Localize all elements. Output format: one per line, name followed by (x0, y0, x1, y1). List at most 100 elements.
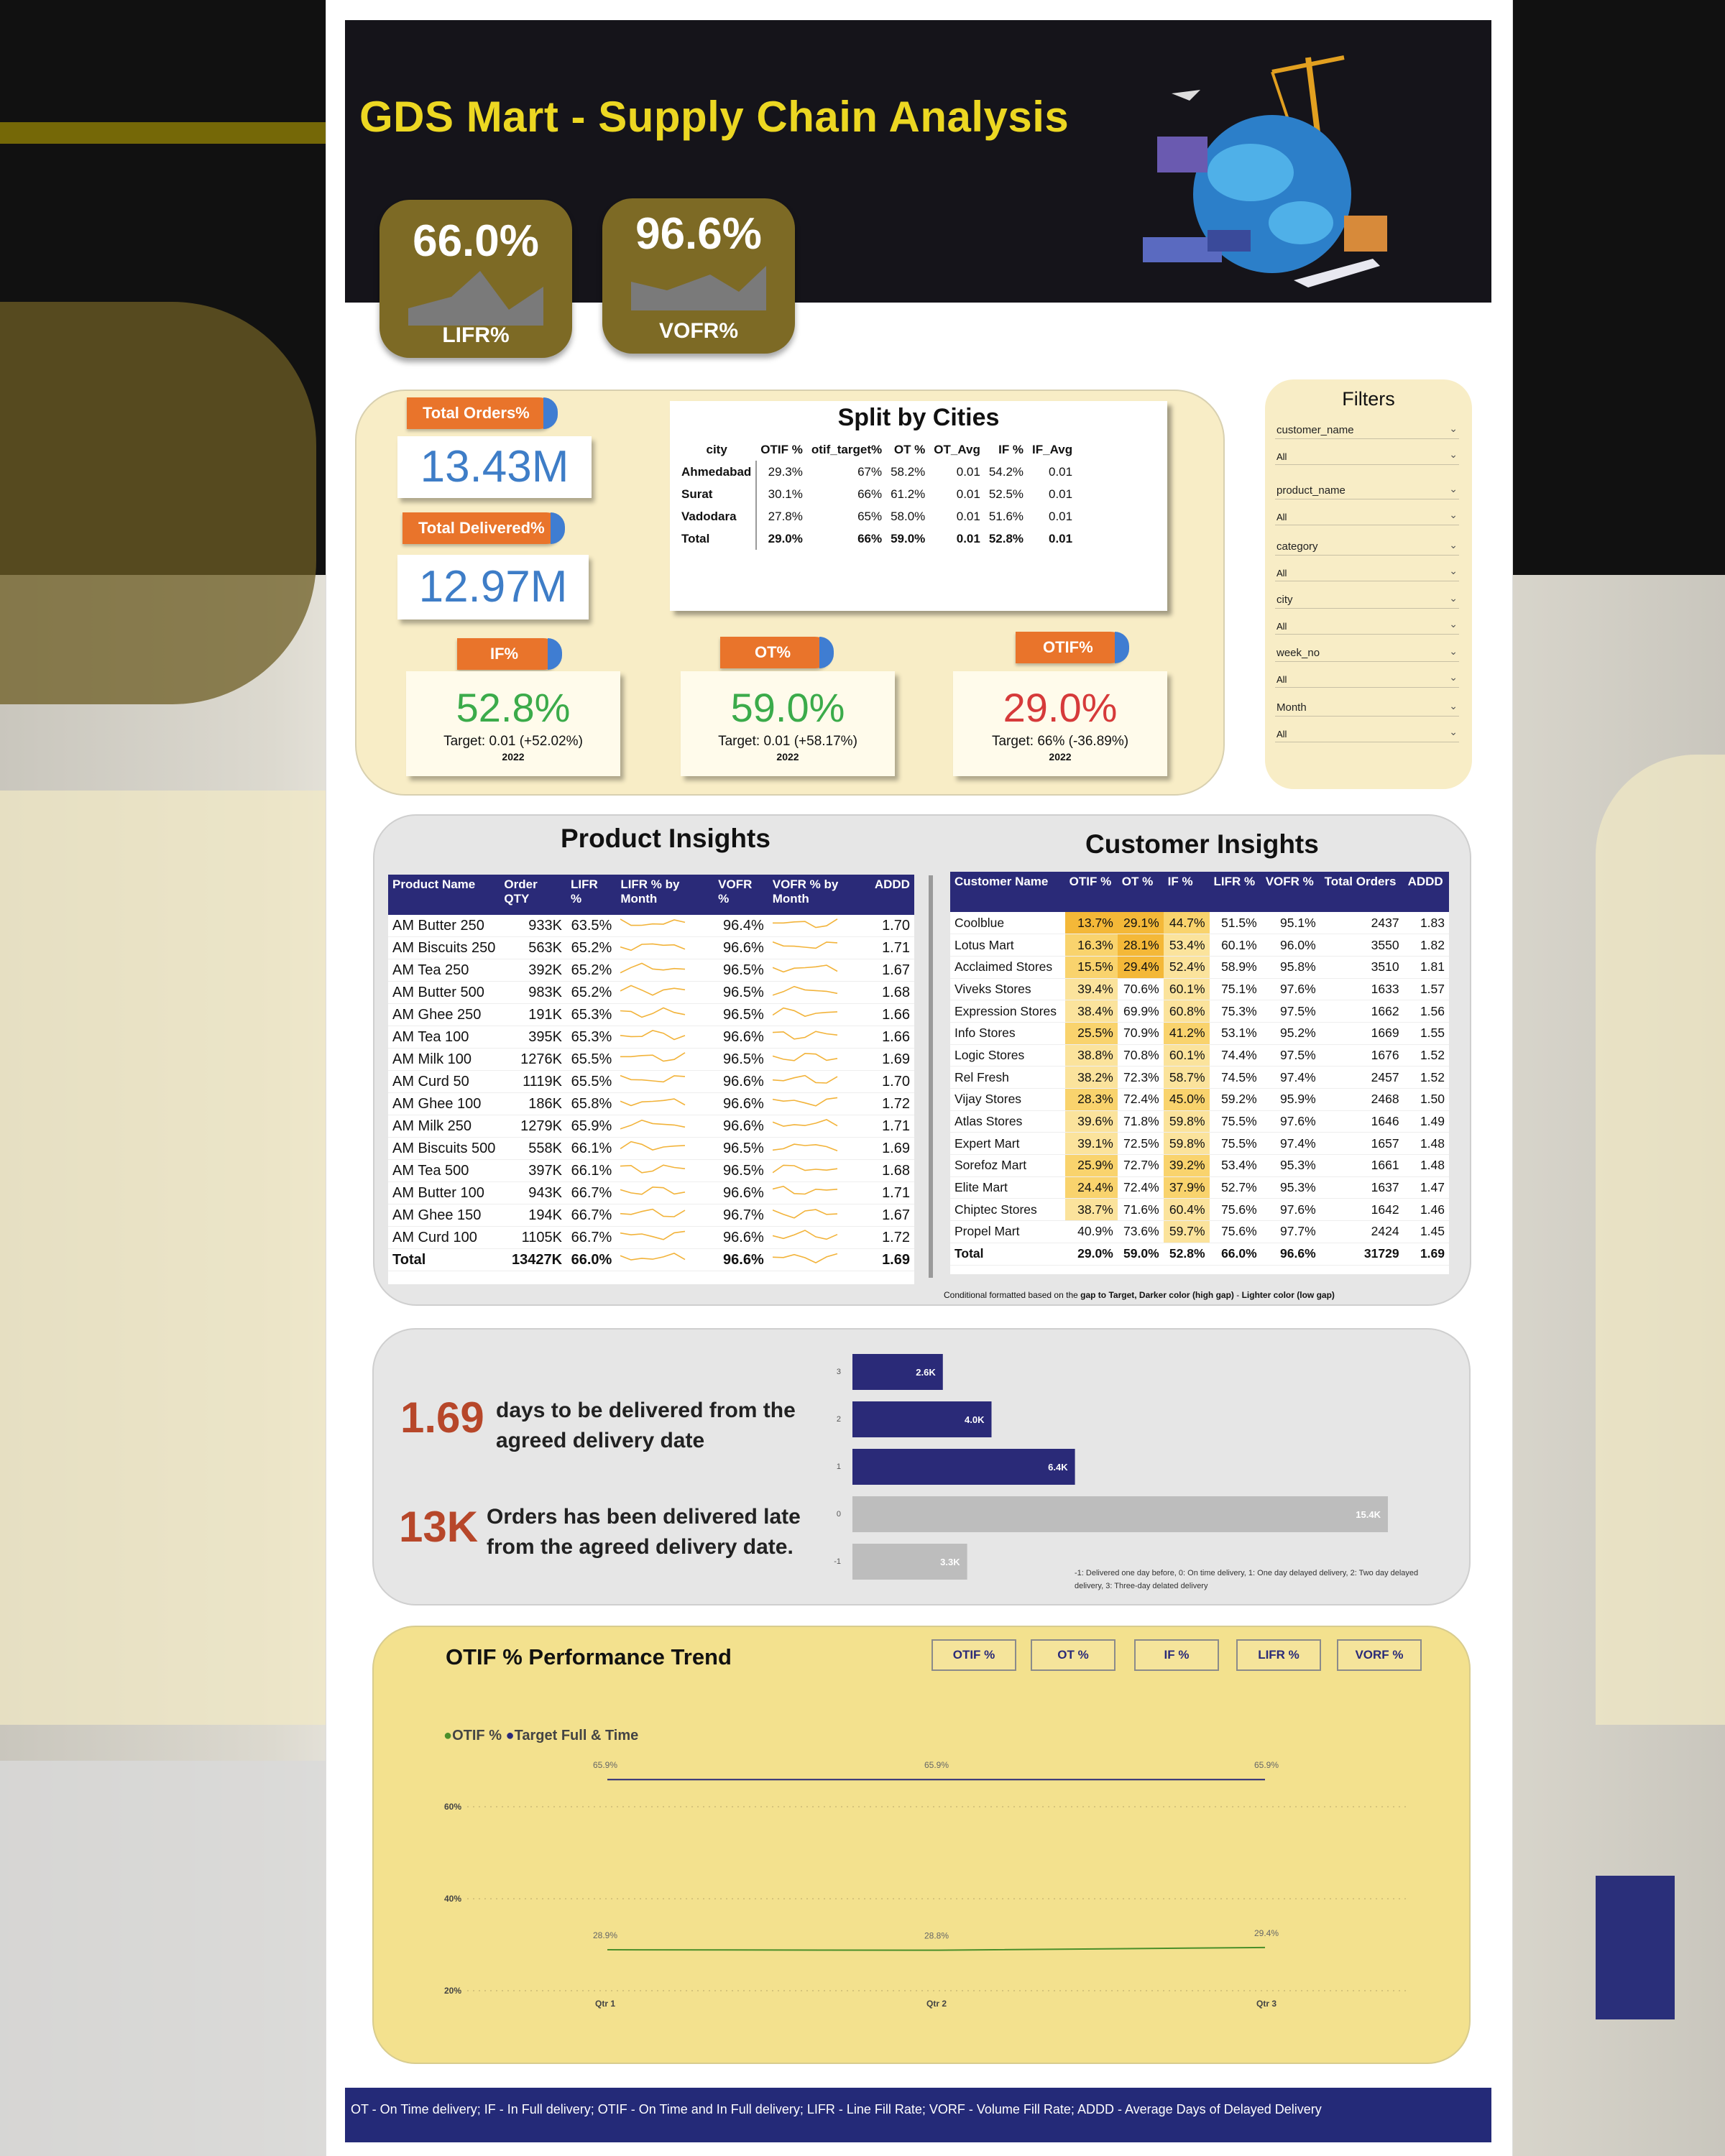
chevron-down-icon[interactable]: ⌄ (1449, 671, 1458, 683)
chevron-down-icon[interactable]: ⌄ (1449, 700, 1458, 712)
table-row[interactable]: Expression Stores 38.4% 69.9% 60.8% 75.3… (950, 1000, 1449, 1023)
table-row[interactable]: Elite Mart 24.4% 72.4% 37.9% 52.7% 95.3%… (950, 1176, 1449, 1199)
table-row[interactable]: AM Tea 100 395K 65.3% 96.6% 1.66 (388, 1026, 914, 1049)
table-row[interactable]: AM Biscuits 250 563K 65.2% 96.6% 1.71 (388, 937, 914, 959)
customer-header-cell[interactable]: LIFR % (1209, 872, 1261, 912)
if-pct: 58.7% (1163, 1066, 1210, 1089)
trend-ot-button[interactable]: OT % (1031, 1639, 1116, 1671)
filter-Month-select[interactable]: All (1276, 729, 1287, 740)
table-row[interactable]: AM Milk 100 1276K 65.5% 96.5% 1.69 (388, 1049, 914, 1071)
table-row[interactable]: Vijay Stores 28.3% 72.4% 45.0% 59.2% 95.… (950, 1088, 1449, 1111)
customer-header-cell[interactable]: VOFR % (1261, 872, 1320, 912)
table-row[interactable]: Lotus Mart 16.3% 28.1% 53.4% 60.1% 96.0%… (950, 934, 1449, 957)
table-row[interactable]: AM Butter 500 983K 65.2% 96.5% 1.68 (388, 982, 914, 1004)
cities-header-cell[interactable]: OT % (886, 438, 929, 461)
sparkline (772, 941, 837, 949)
product-header-cell[interactable]: LIFR % (566, 875, 617, 915)
filter-category-select[interactable]: All (1276, 568, 1287, 579)
vofr-kpi-card[interactable]: 96.6% VOFR% (602, 198, 795, 354)
otif-trend-line-chart: 20% 40% 60% Qtr 1 Qtr 2 Qtr 3 28.9% 28.8% 29.4% 6… (444, 1760, 1409, 2009)
sparkline (620, 1120, 686, 1130)
chevron-down-icon[interactable]: ⌄ (1449, 726, 1458, 738)
if-metric-card[interactable]: 52.8% Target: 0.01 (+52.02%) 2022 (406, 671, 620, 776)
table-row[interactable]: AM Ghee 100 186K 65.8% 96.6% 1.72 (388, 1093, 914, 1115)
table-row[interactable]: Atlas Stores 39.6% 71.8% 59.8% 75.5% 97.… (950, 1110, 1449, 1133)
table-row[interactable]: Info Stores 25.5% 70.9% 41.2% 53.1% 95.2… (950, 1022, 1449, 1045)
delay-bar[interactable] (852, 1449, 1075, 1485)
table-row[interactable]: AM Ghee 250 191K 65.3% 96.5% 1.66 (388, 1004, 914, 1026)
table-row[interactable]: Acclaimed Stores 15.5% 29.4% 52.4% 58.9%… (950, 956, 1449, 979)
background-blur-grey (0, 1761, 331, 2156)
customer-header-cell[interactable]: OT % (1117, 872, 1164, 912)
chevron-down-icon[interactable]: ⌄ (1449, 645, 1458, 658)
if-target: Target: 0.01 (+52.02%) (443, 734, 583, 749)
cities-header-cell[interactable]: city (677, 438, 756, 461)
table-row[interactable]: AM Butter 250 933K 63.5% 96.4% 1.70 (388, 915, 914, 937)
product-header-cell[interactable]: VOFR % by Month (768, 875, 870, 915)
chevron-down-icon[interactable]: ⌄ (1449, 618, 1458, 630)
trend-vorf-button[interactable]: VORF % (1337, 1639, 1422, 1671)
table-row[interactable]: Chiptec Stores 38.7% 71.6% 60.4% 75.6% 9… (950, 1198, 1449, 1221)
product-header-cell[interactable]: Order QTY (500, 875, 567, 915)
table-row[interactable]: AM Milk 250 1279K 65.9% 96.6% 1.71 (388, 1115, 914, 1138)
customer-header-cell[interactable]: Customer Name (950, 872, 1065, 912)
cities-header-cell[interactable]: OT_Avg (929, 438, 985, 461)
product-scrollbar[interactable] (929, 875, 933, 1278)
trend-otif-button[interactable]: OTIF % (932, 1639, 1016, 1671)
otif-metric-card[interactable]: 29.0% Target: 66% (-36.89%) 2022 (953, 671, 1167, 776)
table-row[interactable]: Expert Mart 39.1% 72.5% 59.8% 75.5% 97.4… (950, 1132, 1449, 1155)
lifr-pct: 66.7% (571, 1184, 612, 1201)
cities-header-cell[interactable]: otif_target% (807, 438, 886, 461)
trend-if-button[interactable]: IF % (1134, 1639, 1219, 1671)
table-row[interactable]: AM Tea 500 397K 66.1% 96.5% 1.68 (388, 1160, 914, 1182)
lifr-kpi-card[interactable]: 66.0% LIFR% (380, 200, 572, 358)
table-row[interactable]: Logic Stores 38.8% 70.8% 60.1% 74.4% 97.… (950, 1044, 1449, 1067)
customer-total-row[interactable]: Total 29.0% 59.0% 52.8% 66.0% 96.6% 3172… (950, 1243, 1449, 1265)
chevron-down-icon[interactable]: ⌄ (1449, 423, 1458, 435)
chevron-down-icon[interactable]: ⌄ (1449, 509, 1458, 521)
table-row[interactable]: Sorefoz Mart 25.9% 72.7% 39.2% 53.4% 95.… (950, 1154, 1449, 1177)
addd: 1.81 (1420, 959, 1445, 975)
if-pct: 59.8% (1163, 1132, 1210, 1155)
chevron-down-icon[interactable]: ⌄ (1449, 565, 1458, 577)
table-row[interactable]: Viveks Stores 39.4% 70.6% 60.1% 75.1% 97… (950, 978, 1449, 1000)
table-row[interactable]: AM Curd 50 1119K 65.5% 96.6% 1.70 (388, 1071, 914, 1093)
customer-name: Info Stores (954, 1026, 1016, 1041)
customer-header-cell[interactable]: OTIF % (1064, 872, 1118, 912)
chevron-down-icon[interactable]: ⌄ (1449, 448, 1458, 461)
chevron-down-icon[interactable]: ⌄ (1449, 539, 1458, 551)
chevron-down-icon[interactable]: ⌄ (1449, 592, 1458, 604)
table-row[interactable]: AM Tea 250 392K 65.2% 96.5% 1.67 (388, 959, 914, 982)
table-row[interactable]: Coolblue 13.7% 29.1% 44.7% 51.5% 95.1% 2… (950, 912, 1449, 934)
vofr-pct: 97.6% (1280, 981, 1316, 996)
filter-customer-name-select[interactable]: All (1276, 451, 1287, 462)
chevron-down-icon[interactable]: ⌄ (1449, 483, 1458, 495)
customer-header-cell[interactable]: Total Orders (1320, 872, 1404, 912)
filter-product-name-select[interactable]: All (1276, 512, 1287, 522)
customer-header-cell[interactable]: ADDD (1403, 872, 1449, 912)
filter-week-no-select[interactable]: All (1276, 674, 1287, 685)
table-row[interactable]: AM Ghee 150 194K 66.7% 96.7% 1.67 (388, 1204, 914, 1227)
trend-lifr-button[interactable]: LIFR % (1236, 1639, 1321, 1671)
table-row[interactable]: AM Curd 100 1105K 66.7% 96.6% 1.72 (388, 1227, 914, 1249)
table-row[interactable]: AM Biscuits 500 558K 66.1% 96.5% 1.69 (388, 1138, 914, 1160)
table-row[interactable]: AM Butter 100 943K 66.7% 96.6% 1.71 (388, 1182, 914, 1204)
table-row[interactable]: Rel Fresh 38.2% 72.3% 58.7% 74.5% 97.4% … (950, 1066, 1449, 1089)
customer-name: Expert Mart (954, 1135, 1020, 1151)
cities-header-cell[interactable]: IF_Avg (1028, 438, 1077, 461)
table-row[interactable]: Propel Mart 40.9% 73.6% 59.7% 75.6% 97.7… (950, 1220, 1449, 1243)
cities-header-cell[interactable]: IF % (985, 438, 1028, 461)
ot-metric-card[interactable]: 59.0% Target: 0.01 (+58.17%) 2022 (681, 671, 895, 776)
product-header-cell[interactable]: ADDD (870, 875, 914, 915)
filter-city-select[interactable]: All (1276, 621, 1287, 632)
product-total-row[interactable]: Total 13427K 66.0% 96.6% 1.69 (388, 1249, 914, 1271)
product-header-cell[interactable]: Product Name (388, 875, 500, 915)
total-orders: 1646 (1371, 1114, 1399, 1129)
product-header-cell[interactable]: VOFR % (714, 875, 768, 915)
filter-divider (1275, 438, 1459, 439)
delay-bar[interactable] (852, 1496, 1388, 1532)
series-line-otif[interactable] (607, 1946, 1266, 1951)
product-header-cell[interactable]: LIFR % by Month (616, 875, 714, 915)
cities-header-cell[interactable]: OTIF % (756, 438, 807, 461)
customer-header-cell[interactable]: IF % (1163, 872, 1210, 912)
